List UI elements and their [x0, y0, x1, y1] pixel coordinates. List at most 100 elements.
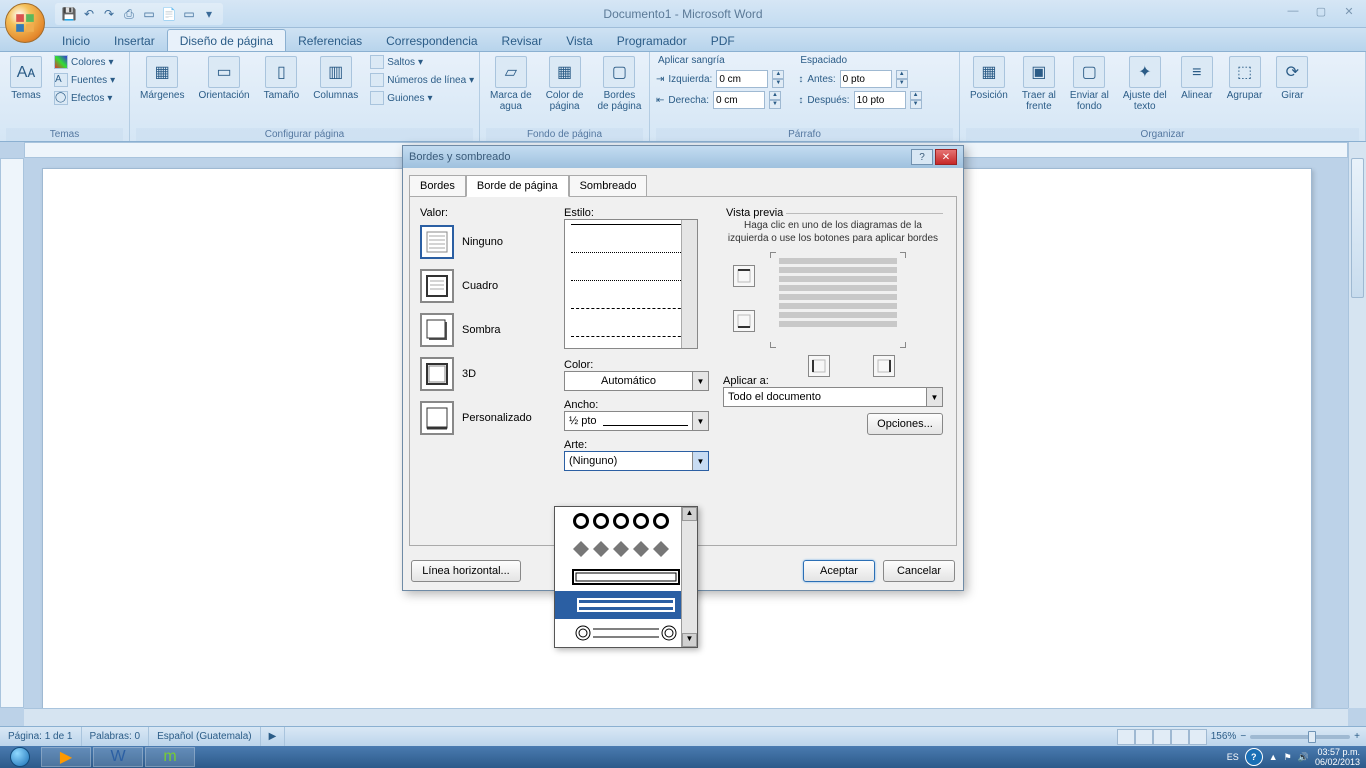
zoom-thumb[interactable]: [1308, 731, 1316, 743]
efectos-button[interactable]: ◯Efectos ▾: [52, 90, 117, 106]
art-dropdown-scrollbar[interactable]: ▲ ▼: [681, 507, 697, 647]
guiones-button[interactable]: Guiones ▾: [368, 90, 476, 106]
color-pagina-button[interactable]: ▦Color de página: [542, 54, 588, 114]
maximize-button[interactable]: ▢: [1308, 2, 1334, 20]
office-button[interactable]: [5, 3, 45, 43]
marca-agua-button[interactable]: ▱Marca de agua: [486, 54, 536, 114]
posicion-button[interactable]: ▦Posición: [966, 54, 1012, 103]
zoom-slider[interactable]: [1250, 735, 1350, 739]
aplicar-combo[interactable]: Todo el documento▼: [723, 387, 943, 407]
tab-revisar[interactable]: Revisar: [490, 30, 555, 51]
dialog-close-button[interactable]: ✕: [935, 149, 957, 165]
art-option-1[interactable]: [555, 507, 697, 535]
arte-dropdown-list[interactable]: ▲ ▼: [554, 506, 698, 648]
fuentes-button[interactable]: AFuentes ▾: [52, 72, 117, 88]
izquierda-input[interactable]: [716, 70, 768, 88]
girar-button[interactable]: ⟳Girar: [1272, 54, 1312, 103]
dialog-help-button[interactable]: ?: [911, 149, 933, 165]
tab-bordes[interactable]: Bordes: [409, 175, 466, 197]
minimize-button[interactable]: —: [1280, 2, 1306, 20]
tab-borde-pagina[interactable]: Borde de página: [466, 175, 569, 197]
margenes-button[interactable]: ▦Márgenes: [136, 54, 188, 103]
tray-chevron-up-icon[interactable]: ▲: [1269, 752, 1278, 762]
zoom-in-button[interactable]: +: [1354, 731, 1360, 742]
tab-sombreado[interactable]: Sombreado: [569, 175, 648, 197]
tray-volume-icon[interactable]: 🔊: [1298, 752, 1309, 763]
view-print-layout-button[interactable]: [1117, 729, 1135, 745]
style-listbox[interactable]: [564, 219, 698, 349]
agrupar-button[interactable]: ⬚Agrupar: [1223, 54, 1267, 103]
setting-cuadro[interactable]: Cuadro: [420, 269, 550, 303]
qat-more-icon[interactable]: ▾: [201, 6, 217, 22]
border-bottom-button[interactable]: [733, 310, 755, 332]
task-media-player[interactable]: ▶: [41, 747, 91, 767]
border-top-button[interactable]: [733, 265, 755, 287]
linea-horizontal-button[interactable]: Línea horizontal...: [411, 560, 521, 582]
columnas-button[interactable]: ▥Columnas: [309, 54, 362, 103]
tab-inicio[interactable]: Inicio: [50, 30, 102, 51]
art-option-5[interactable]: [555, 619, 697, 647]
arte-combo[interactable]: (Ninguno)▼: [564, 451, 709, 471]
tray-help-icon[interactable]: ?: [1245, 748, 1263, 766]
qat-print-icon[interactable]: ⎙: [121, 6, 137, 22]
setting-sombra[interactable]: Sombra: [420, 313, 550, 347]
status-words[interactable]: Palabras: 0: [82, 727, 150, 746]
view-web-layout-button[interactable]: [1153, 729, 1171, 745]
dialog-titlebar[interactable]: Bordes y sombreado ? ✕: [403, 146, 963, 168]
horizontal-scrollbar[interactable]: [24, 708, 1348, 726]
bordes-pagina-button[interactable]: ▢Bordes de página: [594, 54, 646, 114]
qat-item-icon[interactable]: ▭: [181, 6, 197, 22]
view-full-screen-button[interactable]: [1135, 729, 1153, 745]
ajuste-texto-button[interactable]: ✦Ajuste del texto: [1119, 54, 1171, 114]
alinear-button[interactable]: ≡Alinear: [1177, 54, 1217, 103]
zoom-percent[interactable]: 156%: [1211, 731, 1237, 742]
despues-spinner[interactable]: ▲▼: [910, 91, 922, 109]
vertical-ruler[interactable]: [0, 158, 24, 708]
despues-input[interactable]: [854, 91, 906, 109]
derecha-spinner[interactable]: ▲▼: [769, 91, 781, 109]
start-button[interactable]: [0, 746, 40, 768]
cancelar-button[interactable]: Cancelar: [883, 560, 955, 582]
derecha-input[interactable]: [713, 91, 765, 109]
scroll-thumb[interactable]: [1351, 158, 1364, 298]
setting-personalizado[interactable]: Personalizado: [420, 401, 550, 435]
temas-button[interactable]: Aᴀ Temas: [6, 54, 46, 103]
qat-undo-icon[interactable]: ↶: [81, 6, 97, 22]
opciones-button[interactable]: Opciones...: [867, 413, 943, 435]
colores-button[interactable]: Colores ▾: [52, 54, 117, 70]
border-left-button[interactable]: [808, 355, 830, 377]
qat-redo-icon[interactable]: ↷: [101, 6, 117, 22]
tab-vista[interactable]: Vista: [554, 30, 604, 51]
qat-save-icon[interactable]: 💾: [61, 6, 77, 22]
saltos-button[interactable]: Saltos ▾: [368, 54, 476, 70]
tab-correspondencia[interactable]: Correspondencia: [374, 30, 489, 51]
setting-3d[interactable]: 3D: [420, 357, 550, 391]
color-combo[interactable]: Automático▼: [564, 371, 709, 391]
tray-lang[interactable]: ES: [1227, 752, 1239, 762]
tab-pdf[interactable]: PDF: [699, 30, 747, 51]
orientacion-button[interactable]: ▭Orientación: [194, 54, 253, 103]
zoom-out-button[interactable]: −: [1240, 731, 1246, 742]
antes-spinner[interactable]: ▲▼: [896, 70, 908, 88]
izquierda-spinner[interactable]: ▲▼: [772, 70, 784, 88]
style-scrollbar[interactable]: [681, 220, 697, 348]
vertical-scrollbar[interactable]: [1348, 142, 1366, 708]
close-button[interactable]: ✕: [1336, 2, 1362, 20]
numeros-linea-button[interactable]: Números de línea ▾: [368, 72, 476, 88]
tamano-button[interactable]: ▯Tamaño: [260, 54, 304, 103]
status-macro-icon[interactable]: ▶: [261, 727, 286, 746]
tab-insertar[interactable]: Insertar: [102, 30, 167, 51]
aceptar-button[interactable]: Aceptar: [803, 560, 875, 582]
qat-open-icon[interactable]: 📄: [161, 6, 177, 22]
art-option-2[interactable]: [555, 535, 697, 563]
setting-ninguno[interactable]: Ninguno: [420, 225, 550, 259]
traer-frente-button[interactable]: ▣Traer al frente: [1018, 54, 1060, 114]
status-page[interactable]: Página: 1 de 1: [0, 727, 82, 746]
antes-input[interactable]: [840, 70, 892, 88]
tab-diseno-pagina[interactable]: Diseño de página: [167, 29, 286, 51]
scroll-down-icon[interactable]: ▼: [682, 633, 697, 647]
task-movistar[interactable]: m: [145, 747, 195, 767]
tray-flag-icon[interactable]: ⚑: [1284, 752, 1292, 763]
enviar-fondo-button[interactable]: ▢Enviar al fondo: [1066, 54, 1113, 114]
task-word[interactable]: W: [93, 747, 143, 767]
